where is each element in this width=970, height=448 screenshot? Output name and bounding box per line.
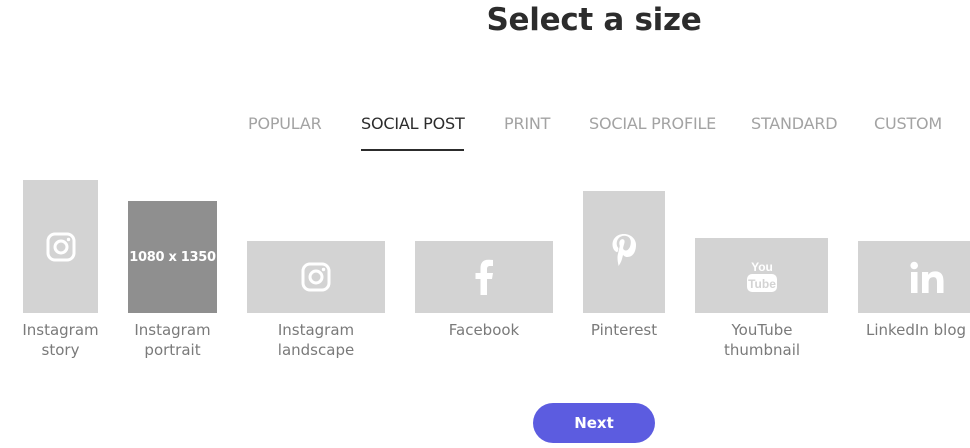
page-title: Select a size (486, 2, 702, 38)
tab-social-profile[interactable]: SOCIAL PROFILE (589, 114, 716, 133)
facebook-icon (474, 259, 494, 295)
tab-standard[interactable]: STANDARD (751, 114, 838, 133)
size-label: Facebook (448, 321, 520, 339)
linkedin-icon (910, 261, 946, 293)
instagram-icon (301, 262, 331, 292)
tab-social-post[interactable]: SOCIAL POST (361, 114, 465, 133)
size-thumbnail-selected[interactable]: 1080 x 1350 (128, 201, 217, 313)
size-label: YouTube thumbnail (723, 321, 801, 359)
size-label: LinkedIn blog po (866, 321, 970, 339)
size-thumbnail[interactable] (858, 241, 970, 313)
tab-print[interactable]: PRINT (504, 114, 550, 133)
size-label: Instagram portrait (134, 321, 211, 359)
youtube-icon: You Tube (746, 259, 778, 293)
size-label: Instagram landscape (277, 321, 355, 359)
instagram-icon (46, 232, 76, 262)
size-dimensions-text: 1080 x 1350 (129, 249, 216, 265)
svg-text:You: You (751, 260, 773, 274)
tab-popular[interactable]: POPULAR (248, 114, 322, 133)
size-label: Pinterest (590, 321, 658, 339)
size-thumbnail[interactable] (23, 180, 98, 313)
pinterest-icon (611, 233, 637, 267)
size-thumbnail[interactable]: You Tube (695, 238, 828, 313)
size-thumbnail[interactable] (415, 241, 553, 313)
next-button[interactable]: Next (533, 403, 655, 443)
size-category-tabs: POPULAR SOCIAL POST PRINT SOCIAL PROFILE… (0, 114, 970, 152)
svg-text:Tube: Tube (748, 277, 776, 291)
tab-custom[interactable]: CUSTOM (874, 114, 942, 133)
size-thumbnail[interactable] (247, 241, 385, 313)
active-tab-indicator (361, 149, 464, 151)
size-thumbnail[interactable] (583, 191, 665, 313)
size-label: Instagram story (22, 321, 99, 359)
